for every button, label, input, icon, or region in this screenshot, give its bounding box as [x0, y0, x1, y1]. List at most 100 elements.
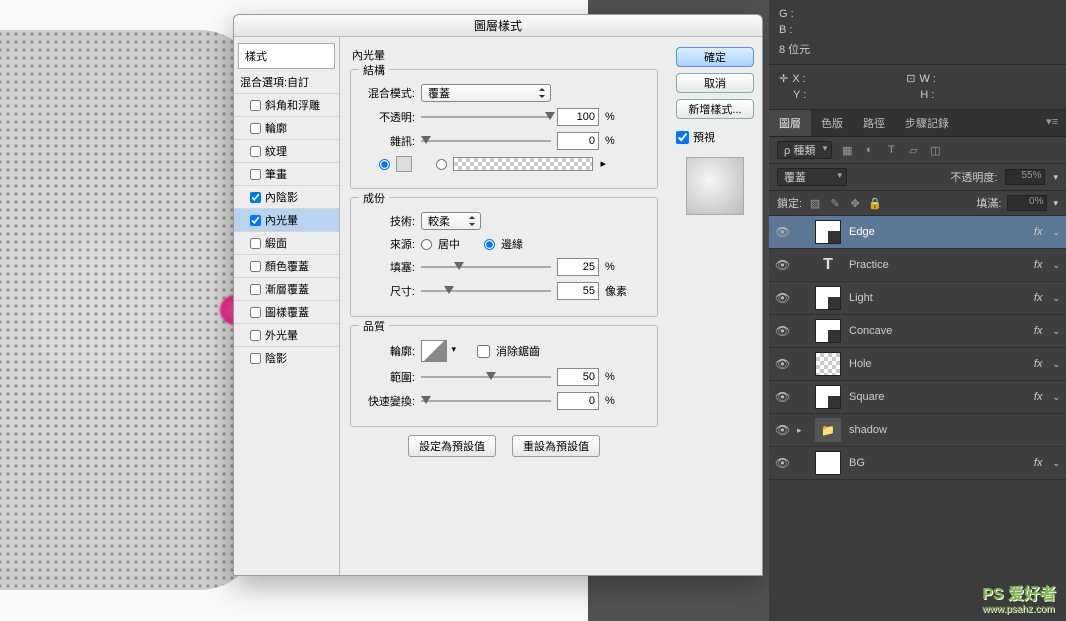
style-checkbox[interactable]	[250, 169, 261, 180]
gradient-picker[interactable]	[453, 157, 593, 171]
visibility-icon[interactable]: 👁	[775, 423, 789, 437]
noise-slider[interactable]	[421, 134, 551, 148]
style-checkbox[interactable]	[250, 284, 261, 295]
visibility-icon[interactable]: 👁	[775, 456, 789, 470]
visibility-icon[interactable]: 👁	[775, 225, 789, 239]
lock-position-icon[interactable]: ✥	[848, 196, 862, 210]
layer-row[interactable]: 👁Concavefx⌄	[769, 315, 1066, 348]
style-row[interactable]: 輪廓	[234, 116, 339, 139]
size-input[interactable]	[557, 282, 599, 300]
layer-row[interactable]: 👁▸📁shadow	[769, 414, 1066, 447]
gradient-radio[interactable]	[436, 159, 447, 170]
new-style-button[interactable]: 新增樣式...	[676, 99, 754, 119]
opacity-input[interactable]	[557, 108, 599, 126]
style-label: 輪廓	[265, 120, 287, 136]
layer-row[interactable]: 👁BGfx⌄	[769, 447, 1066, 480]
source-center-radio[interactable]	[421, 239, 432, 250]
layer-row[interactable]: 👁Lightfx⌄	[769, 282, 1066, 315]
fx-expand-icon[interactable]: ⌄	[1052, 392, 1060, 403]
filter-adjust-icon[interactable]: ◐	[862, 143, 876, 157]
style-row[interactable]: 筆畫	[234, 162, 339, 185]
fx-expand-icon[interactable]: ⌄	[1052, 458, 1060, 469]
fill-input[interactable]: 0%	[1007, 195, 1047, 211]
filter-kind-select[interactable]: ρ 種類	[777, 141, 832, 159]
opacity-slider[interactable]	[421, 110, 551, 124]
filter-pixel-icon[interactable]: ▦	[840, 143, 854, 157]
range-input[interactable]	[557, 368, 599, 386]
filter-shape-icon[interactable]: ▱	[906, 143, 920, 157]
style-checkbox[interactable]	[250, 330, 261, 341]
lock-pixels-icon[interactable]: ✎	[828, 196, 842, 210]
style-checkbox[interactable]	[250, 261, 261, 272]
visibility-icon[interactable]: 👁	[775, 324, 789, 338]
styles-header[interactable]: 樣式	[238, 43, 335, 69]
style-checkbox[interactable]	[250, 123, 261, 134]
lock-transparent-icon[interactable]: ▨	[808, 196, 822, 210]
filter-type-icon[interactable]: T	[884, 143, 898, 157]
style-checkbox[interactable]	[250, 307, 261, 318]
visibility-icon[interactable]: 👁	[775, 390, 789, 404]
fx-expand-icon[interactable]: ⌄	[1052, 326, 1060, 337]
style-row[interactable]: 漸層覆蓋	[234, 277, 339, 300]
visibility-icon[interactable]: 👁	[775, 258, 789, 272]
style-checkbox[interactable]	[250, 353, 261, 364]
style-checkbox[interactable]	[250, 100, 261, 111]
fx-expand-icon[interactable]: ⌄	[1052, 359, 1060, 370]
color-radio[interactable]	[379, 159, 390, 170]
expand-icon[interactable]: ▸	[797, 425, 807, 436]
choke-input[interactable]	[557, 258, 599, 276]
fx-expand-icon[interactable]: ⌄	[1052, 260, 1060, 271]
make-default-button[interactable]: 設定為預設值	[408, 435, 496, 457]
layer-blend-select[interactable]: 覆蓋	[777, 168, 847, 186]
style-row[interactable]: 斜角和浮雕	[234, 93, 339, 116]
preview-checkbox[interactable]	[676, 131, 689, 144]
layer-opacity-input[interactable]: 55%	[1005, 169, 1045, 185]
style-row[interactable]: 陰影	[234, 346, 339, 369]
style-row[interactable]: 外光暈	[234, 323, 339, 346]
antialias-checkbox[interactable]	[477, 345, 490, 358]
style-row[interactable]: 內陰影	[234, 185, 339, 208]
contour-picker[interactable]	[421, 340, 447, 362]
style-checkbox[interactable]	[250, 146, 261, 157]
style-row[interactable]: 圖樣覆蓋	[234, 300, 339, 323]
jitter-slider[interactable]	[421, 394, 551, 408]
cancel-button[interactable]: 取消	[676, 73, 754, 93]
choke-slider[interactable]	[421, 260, 551, 274]
visibility-icon[interactable]: 👁	[775, 357, 789, 371]
noise-input[interactable]	[557, 132, 599, 150]
layer-row[interactable]: 👁TPracticefx⌄	[769, 249, 1066, 282]
panel-menu-icon[interactable]: ▾≡	[1038, 110, 1066, 136]
blending-options[interactable]: 混合選項:自訂	[234, 71, 339, 93]
bounds-icon: ⊡	[906, 71, 915, 87]
size-slider[interactable]	[421, 284, 551, 298]
glow-color-swatch[interactable]	[396, 156, 412, 172]
visibility-icon[interactable]: 👁	[775, 291, 789, 305]
fx-expand-icon[interactable]: ⌄	[1052, 227, 1060, 238]
style-checkbox[interactable]	[250, 215, 261, 226]
reset-default-button[interactable]: 重設為預設值	[512, 435, 600, 457]
blend-mode-select[interactable]: 覆蓋	[421, 84, 551, 102]
layer-row[interactable]: 👁Edgefx⌄	[769, 216, 1066, 249]
style-checkbox[interactable]	[250, 192, 261, 203]
fx-expand-icon[interactable]: ⌄	[1052, 293, 1060, 304]
source-edge-radio[interactable]	[484, 239, 495, 250]
layer-row[interactable]: 👁Holefx⌄	[769, 348, 1066, 381]
technique-select[interactable]: 較柔	[421, 212, 481, 230]
chevron-down-icon[interactable]: ▾	[1053, 198, 1058, 209]
style-row[interactable]: 緞面	[234, 231, 339, 254]
lock-all-icon[interactable]: 🔒	[868, 196, 882, 210]
style-row[interactable]: 紋理	[234, 139, 339, 162]
style-row[interactable]: 顏色覆蓋	[234, 254, 339, 277]
style-row[interactable]: 內光暈	[234, 208, 339, 231]
style-checkbox[interactable]	[250, 238, 261, 249]
ok-button[interactable]: 確定	[676, 47, 754, 67]
layer-row[interactable]: 👁Squarefx⌄	[769, 381, 1066, 414]
jitter-input[interactable]	[557, 392, 599, 410]
range-slider[interactable]	[421, 370, 551, 384]
filter-smart-icon[interactable]: ◫	[928, 143, 942, 157]
tab-history[interactable]: 步驟記錄	[895, 110, 959, 136]
tab-channels[interactable]: 色版	[811, 110, 853, 136]
tab-layers[interactable]: 圖層	[769, 110, 811, 136]
chevron-down-icon[interactable]: ▾	[1053, 172, 1058, 183]
tab-paths[interactable]: 路徑	[853, 110, 895, 136]
